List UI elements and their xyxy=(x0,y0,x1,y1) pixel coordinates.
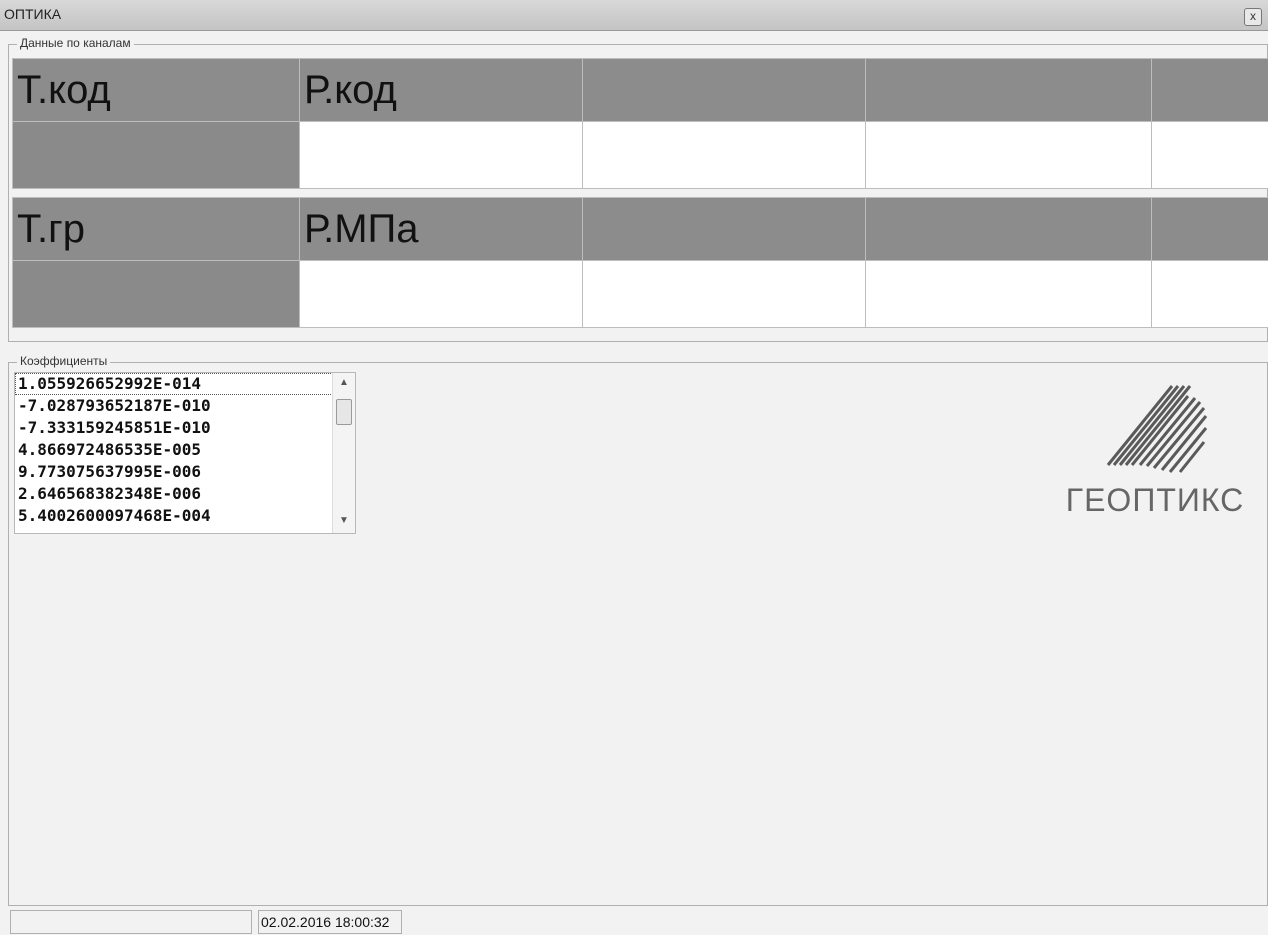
scroll-down-arrow-icon[interactable]: ▼ xyxy=(333,511,355,531)
logo-text: ГЕОПТИКС xyxy=(1065,482,1245,518)
header-empty-10 xyxy=(1151,197,1268,261)
value-cell-5 xyxy=(1151,121,1268,189)
window-title: ОПТИКА xyxy=(4,6,62,22)
header-empty-5 xyxy=(1151,58,1268,122)
coefficients-listbox[interactable]: 1.055926652992E-014 -7.028793652187E-010… xyxy=(14,372,356,534)
coefficient-item[interactable]: 1.055926652992E-014 xyxy=(15,373,355,395)
close-icon[interactable]: x xyxy=(1244,8,1262,26)
channels-group-label: Данные по каналам xyxy=(17,36,134,50)
header-t-gr: Т.гр xyxy=(12,197,300,261)
window-title-bar: ОПТИКА x xyxy=(0,0,1268,31)
geoptiks-logo-icon xyxy=(1106,385,1208,473)
value-cell-3 xyxy=(582,121,866,189)
channels-grid-top: Т.код Р.код xyxy=(12,58,1268,189)
value-t-code xyxy=(12,121,300,189)
coefficient-item[interactable]: -7.333159245851E-010 xyxy=(15,417,355,439)
value-cell-10 xyxy=(1151,260,1268,328)
geoptiks-logo: ГЕОПТИКС xyxy=(1055,380,1255,530)
value-p-mpa xyxy=(299,260,583,328)
header-empty-9 xyxy=(865,197,1152,261)
scroll-up-arrow-icon[interactable]: ▲ xyxy=(333,373,355,393)
coefficient-item[interactable]: 5.4002600097468E-004 xyxy=(15,505,355,527)
scroll-thumb[interactable] xyxy=(336,399,352,425)
value-cell-4 xyxy=(865,121,1152,189)
header-t-code: Т.код xyxy=(12,58,300,122)
header-empty-8 xyxy=(582,197,866,261)
value-cell-8 xyxy=(582,260,866,328)
header-empty-3 xyxy=(582,58,866,122)
listbox-scrollbar[interactable]: ▲ ▼ xyxy=(332,373,355,533)
value-p-code xyxy=(299,121,583,189)
header-p-code: Р.код xyxy=(299,58,583,122)
header-p-mpa: Р.МПа xyxy=(299,197,583,261)
coefficient-item[interactable]: 4.866972486535E-005 xyxy=(15,439,355,461)
statusbar-datetime: 02.02.2016 18:00:32 xyxy=(258,910,402,934)
value-t-gr xyxy=(12,260,300,328)
coefficients-group-label: Коэффициенты xyxy=(17,354,111,368)
statusbar-left-panel xyxy=(10,910,252,934)
channels-grid-bottom: Т.гр Р.МПа xyxy=(12,197,1268,328)
coefficient-item[interactable]: 9.773075637995E-006 xyxy=(15,461,355,483)
header-empty-4 xyxy=(865,58,1152,122)
coefficient-item[interactable]: -7.028793652187E-010 xyxy=(15,395,355,417)
coefficient-item[interactable]: 2.646568382348E-006 xyxy=(15,483,355,505)
value-cell-9 xyxy=(865,260,1152,328)
